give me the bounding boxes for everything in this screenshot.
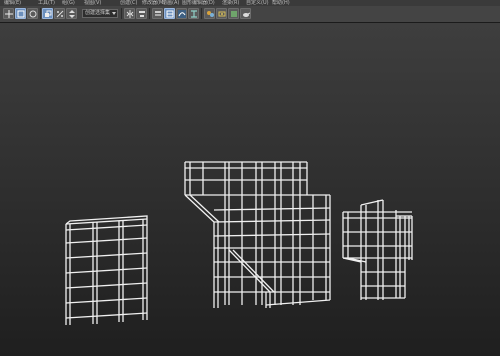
percent-icon (56, 10, 64, 18)
ribbon-icon (166, 10, 174, 18)
percent-snap-button[interactable] (54, 8, 65, 19)
rendered-frame-button[interactable] (228, 8, 239, 19)
named-selection-set-value: 创建选择集 (85, 10, 111, 16)
middle-stair-wireframe[interactable] (184, 161, 331, 308)
rendered-frame-icon (231, 11, 237, 17)
scale-button[interactable] (42, 8, 53, 19)
teapot-icon (243, 12, 250, 17)
move-icon (5, 10, 13, 18)
toolbar-separator (149, 8, 150, 19)
graphite-ribbon-button[interactable] (164, 8, 175, 19)
right-rack-wireframe[interactable] (342, 199, 413, 300)
named-selection-set-dropdown[interactable]: 创建选择集 (82, 9, 118, 18)
viewport-canvas (65, 161, 413, 325)
spinner-icon (69, 10, 75, 18)
layer-manager-button[interactable] (152, 8, 163, 19)
schematic-icon (191, 10, 197, 18)
material-editor-button[interactable] (204, 8, 215, 19)
select-move-button[interactable] (3, 8, 14, 19)
toolbar-separator (40, 8, 41, 19)
layers-icon (155, 11, 161, 16)
render-setup-icon (218, 11, 226, 17)
render-production-button[interactable] (240, 8, 251, 19)
material-editor-icon (207, 11, 214, 17)
scale-icon (45, 10, 52, 17)
spinner-snap-button[interactable] (66, 8, 77, 19)
align-button[interactable] (136, 8, 147, 19)
curve-editor-button[interactable] (176, 8, 187, 19)
curve-editor-icon (178, 10, 186, 18)
select-icon (17, 10, 25, 18)
schematic-view-button[interactable] (188, 8, 199, 19)
select-object-button[interactable] (15, 8, 26, 19)
toolbar-separator (121, 8, 122, 19)
align-icon (139, 11, 145, 17)
perspective-viewport[interactable] (0, 23, 500, 356)
rotate-button[interactable] (27, 8, 38, 19)
render-setup-button[interactable] (216, 8, 227, 19)
rotate-icon (29, 10, 37, 18)
left-shelf-wireframe[interactable] (65, 215, 148, 325)
mirror-icon (126, 10, 134, 18)
toolbar-separator (201, 8, 202, 19)
chevron-down-icon (112, 12, 116, 15)
mirror-button[interactable] (124, 8, 135, 19)
main-toolbar: 创建选择集 (0, 6, 500, 23)
